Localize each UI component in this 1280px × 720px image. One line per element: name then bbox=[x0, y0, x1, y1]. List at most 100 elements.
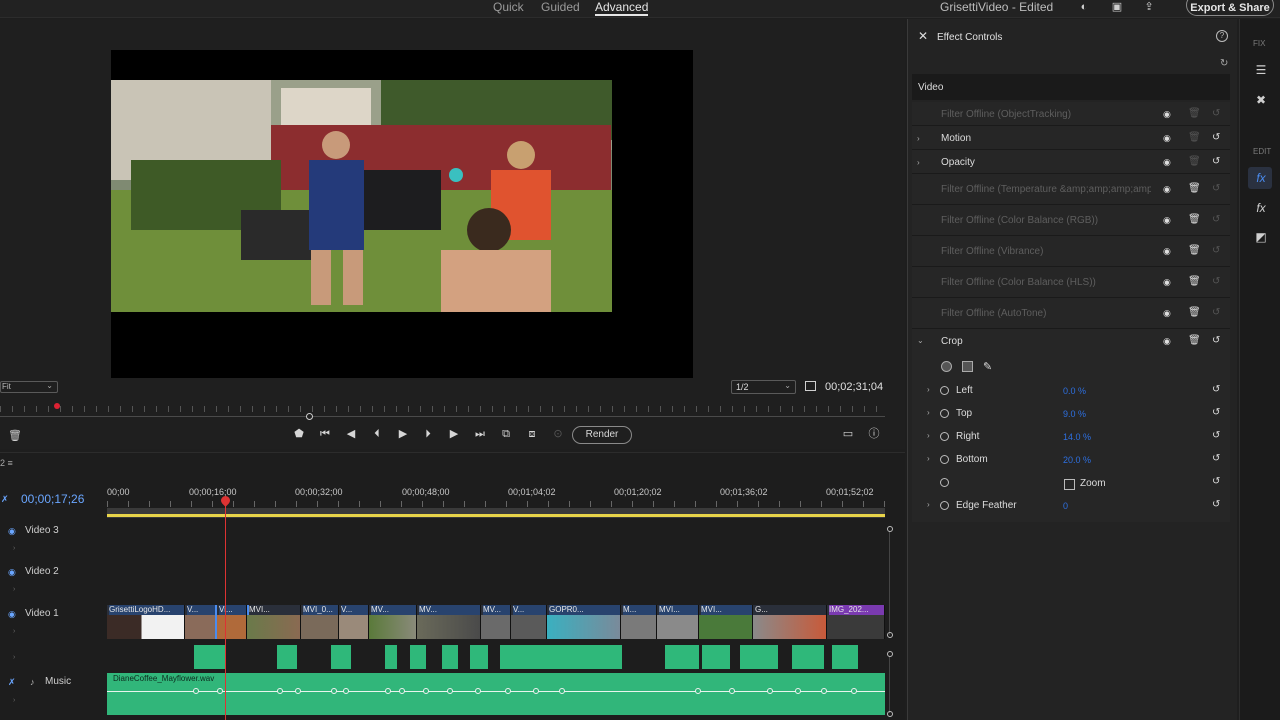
stopwatch-icon[interactable] bbox=[940, 501, 949, 510]
mute-icon[interactable]: ✗ bbox=[8, 678, 18, 687]
next-frame-icon[interactable]: ⏵ bbox=[421, 427, 435, 441]
save-icon[interactable]: ▣ bbox=[1111, 1, 1123, 13]
fullscreen-icon[interactable] bbox=[805, 381, 816, 391]
crop-bottom-value[interactable]: 20.0 % bbox=[1063, 455, 1091, 465]
eye-icon[interactable]: ◉ bbox=[1163, 309, 1174, 318]
reset-icon[interactable]: ↺ bbox=[1212, 499, 1220, 510]
audio-clip[interactable] bbox=[385, 645, 397, 669]
volume-keyframe[interactable] bbox=[795, 688, 801, 694]
effect-row[interactable]: Filter Offline (ObjectTracking) ◉ 🗑 ↺ bbox=[912, 102, 1230, 126]
volume-keyframe[interactable] bbox=[447, 688, 453, 694]
reset-all-icon[interactable]: ↻ bbox=[1220, 58, 1228, 69]
audio-clip[interactable] bbox=[832, 645, 858, 669]
mode-advanced-tab[interactable]: Advanced bbox=[595, 0, 649, 16]
effect-row[interactable]: Filter Offline (AutoTone) ◉ 🗑 ↺ bbox=[912, 298, 1230, 329]
stopwatch-icon[interactable] bbox=[940, 409, 949, 418]
volume-keyframe[interactable] bbox=[295, 688, 301, 694]
stopwatch-icon[interactable] bbox=[940, 432, 949, 441]
eye-icon[interactable]: ◉ bbox=[1163, 158, 1174, 167]
trash-icon[interactable]: 🗑 bbox=[1188, 132, 1201, 143]
volume-keyframe[interactable] bbox=[695, 688, 701, 694]
video-clip[interactable]: M... bbox=[621, 605, 657, 639]
audio-clip[interactable] bbox=[277, 645, 297, 669]
audio-clip[interactable] bbox=[792, 645, 824, 669]
volume-keyframe[interactable] bbox=[559, 688, 565, 694]
video-clip[interactable]: V... bbox=[339, 605, 369, 639]
preview-canvas[interactable] bbox=[111, 50, 693, 378]
video1-track[interactable]: GrisettiLogoHD... V... Vi... MVI... MVI_… bbox=[107, 605, 885, 639]
resolution-dropdown[interactable]: 1/2 ⌄ bbox=[731, 380, 796, 394]
volume-keyframe[interactable] bbox=[851, 688, 857, 694]
scroll-handle[interactable] bbox=[887, 651, 893, 657]
eye-icon[interactable]: ◉ bbox=[1163, 247, 1174, 256]
video-clip[interactable]: G... bbox=[753, 605, 827, 639]
audio-clip[interactable] bbox=[740, 645, 778, 669]
reset-icon[interactable]: ↺ bbox=[1212, 407, 1220, 418]
audio-clip[interactable] bbox=[470, 645, 488, 669]
reset-icon[interactable]: ↺ bbox=[1212, 183, 1220, 194]
volume-keyframe[interactable] bbox=[399, 688, 405, 694]
video-clip[interactable]: MV... bbox=[481, 605, 511, 639]
chevron-right-icon[interactable]: › bbox=[13, 697, 15, 704]
video-clip[interactable]: MVI_0... bbox=[301, 605, 339, 639]
trash-icon[interactable]: 🗑 bbox=[1188, 245, 1201, 256]
trash-icon[interactable]: 🗑 bbox=[1188, 335, 1201, 346]
effect-row-crop[interactable]: ⌄ Crop ◉ 🗑 ↺ bbox=[912, 329, 1230, 353]
chevron-right-icon[interactable]: › bbox=[927, 500, 930, 509]
effect-row[interactable]: Filter Offline (Vibrance) ◉ 🗑 ↺ bbox=[912, 236, 1230, 267]
ellipse-mask-icon[interactable] bbox=[941, 361, 952, 372]
chevron-right-icon[interactable]: › bbox=[13, 654, 15, 661]
chevron-right-icon[interactable]: › bbox=[13, 545, 15, 552]
volume-keyframe[interactable] bbox=[385, 688, 391, 694]
scrub-in-marker[interactable] bbox=[54, 403, 60, 409]
chevron-right-icon[interactable]: › bbox=[927, 385, 930, 394]
effect-row[interactable]: Filter Offline (Color Balance (RGB)) ◉ 🗑… bbox=[912, 205, 1230, 236]
chevron-right-icon[interactable]: › bbox=[13, 628, 15, 635]
trash-icon[interactable]: 🗑 bbox=[1188, 156, 1201, 167]
eye-icon[interactable]: ◉ bbox=[8, 527, 18, 536]
go-to-start-icon[interactable]: ⏮ bbox=[318, 427, 332, 441]
video-clip[interactable]: MV... bbox=[369, 605, 417, 639]
trash-icon[interactable]: 🗑 bbox=[1188, 183, 1201, 194]
snap-icon[interactable]: ✗ bbox=[1, 494, 10, 504]
mode-quick-tab[interactable]: Quick bbox=[493, 0, 524, 14]
render-button[interactable]: Render bbox=[572, 426, 632, 444]
eye-icon[interactable]: ◉ bbox=[1163, 134, 1174, 143]
work-area-bar[interactable] bbox=[107, 514, 885, 517]
audio-clip[interactable] bbox=[702, 645, 730, 669]
crop-right-value[interactable]: 14.0 % bbox=[1063, 432, 1091, 442]
eye-icon[interactable]: ◉ bbox=[1163, 185, 1174, 194]
volume-keyframe[interactable] bbox=[217, 688, 223, 694]
reset-icon[interactable]: ↺ bbox=[1212, 156, 1220, 167]
microphone-icon[interactable]: ♪ bbox=[30, 678, 40, 687]
volume-keyframe[interactable] bbox=[505, 688, 511, 694]
audio-clip[interactable] bbox=[665, 645, 699, 669]
crop-top-value[interactable]: 9.0 % bbox=[1063, 409, 1086, 419]
eye-icon[interactable]: ◉ bbox=[1163, 216, 1174, 225]
reset-icon[interactable]: ↺ bbox=[1212, 132, 1220, 143]
timeline-menu-icon[interactable]: 2 ≡ bbox=[0, 458, 13, 468]
reset-icon[interactable]: ↺ bbox=[1212, 476, 1220, 487]
volume-keyframe[interactable] bbox=[331, 688, 337, 694]
eye-icon[interactable]: ◉ bbox=[8, 568, 18, 577]
audio-clip[interactable] bbox=[331, 645, 351, 669]
rectangle-mask-icon[interactable] bbox=[962, 361, 973, 372]
video-clip[interactable]: GOPR0... bbox=[547, 605, 621, 639]
effects-icon[interactable]: fx bbox=[1254, 201, 1268, 215]
chevron-down-icon[interactable]: ⌄ bbox=[917, 336, 924, 345]
volume-keyframe[interactable] bbox=[193, 688, 199, 694]
mode-guided-tab[interactable]: Guided bbox=[541, 0, 580, 14]
marker-icon[interactable]: ⬟ bbox=[292, 427, 306, 441]
reset-icon[interactable]: ↺ bbox=[1212, 430, 1220, 441]
eye-icon[interactable]: ◉ bbox=[1163, 278, 1174, 287]
vertical-scrollbar[interactable] bbox=[889, 657, 890, 713]
audio-clip[interactable] bbox=[442, 645, 458, 669]
loop-icon[interactable]: ⊙ bbox=[551, 427, 565, 441]
help-icon[interactable]: ? bbox=[1216, 30, 1228, 42]
crop-left-value[interactable]: 0.0 % bbox=[1063, 386, 1086, 396]
contrast-icon[interactable]: ◐ bbox=[1078, 1, 1090, 13]
share-icon[interactable]: ⇪ bbox=[1143, 1, 1155, 13]
trash-icon[interactable]: 🗑 bbox=[1188, 214, 1201, 225]
pen-mask-icon[interactable]: ✎ bbox=[983, 360, 992, 373]
close-icon[interactable]: ✕ bbox=[918, 29, 928, 43]
